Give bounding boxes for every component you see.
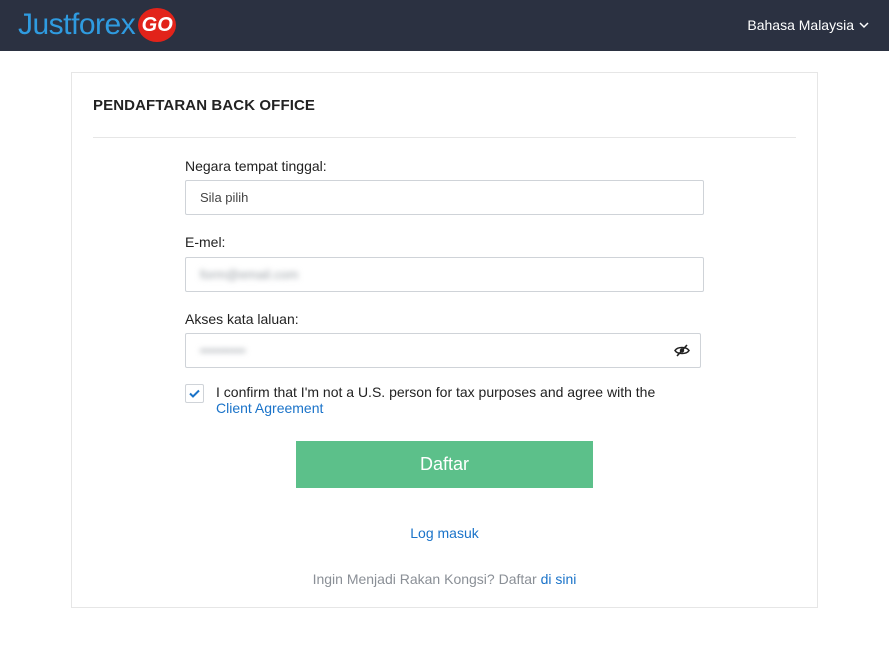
password-field[interactable]: •••••••••• — [185, 333, 701, 368]
language-selector[interactable]: Bahasa Malaysia — [747, 17, 869, 33]
registration-card: PENDAFTARAN BACK OFFICE Negara tempat ti… — [71, 72, 818, 608]
client-agreement-link[interactable]: Client Agreement — [216, 400, 323, 416]
checkmark-icon — [189, 389, 200, 398]
language-label: Bahasa Malaysia — [747, 17, 854, 33]
justforex-logo[interactable]: Justforex GO — [18, 8, 177, 42]
agreement-checkbox[interactable] — [185, 384, 204, 403]
register-button[interactable]: Daftar — [296, 441, 593, 488]
partner-text: Ingin Menjadi Rakan Kongsi? Daftar — [312, 571, 537, 587]
agreement-statement: I confirm that I'm not a U.S. person for… — [216, 384, 656, 400]
logo-badge: GO — [138, 8, 177, 42]
country-label: Negara tempat tinggal: — [185, 158, 327, 174]
password-label: Akses kata laluan: — [185, 311, 299, 327]
title-divider — [93, 137, 796, 138]
page-title: PENDAFTARAN BACK OFFICE — [93, 97, 316, 114]
top-navigation-bar: Justforex GO Bahasa Malaysia — [0, 0, 889, 51]
agreement-text: I confirm that I'm not a U.S. person for… — [216, 384, 656, 416]
country-select-value: Sila pilih — [200, 190, 249, 205]
partner-row: Ingin Menjadi Rakan Kongsi? Daftar di si… — [72, 571, 817, 587]
email-field[interactable]: form@email.com — [185, 257, 704, 292]
eye-slash-icon[interactable] — [674, 344, 690, 357]
partner-register-link[interactable]: di sini — [541, 571, 577, 587]
login-link[interactable]: Log masuk — [410, 525, 478, 541]
password-field-value: •••••••••• — [200, 343, 246, 358]
chevron-down-icon — [859, 21, 869, 28]
country-select[interactable]: Sila pilih — [185, 180, 704, 215]
email-field-value: form@email.com — [200, 267, 299, 282]
email-label: E-mel: — [185, 234, 226, 250]
login-row: Log masuk — [72, 525, 817, 541]
logo-text: Justforex — [18, 8, 136, 41]
